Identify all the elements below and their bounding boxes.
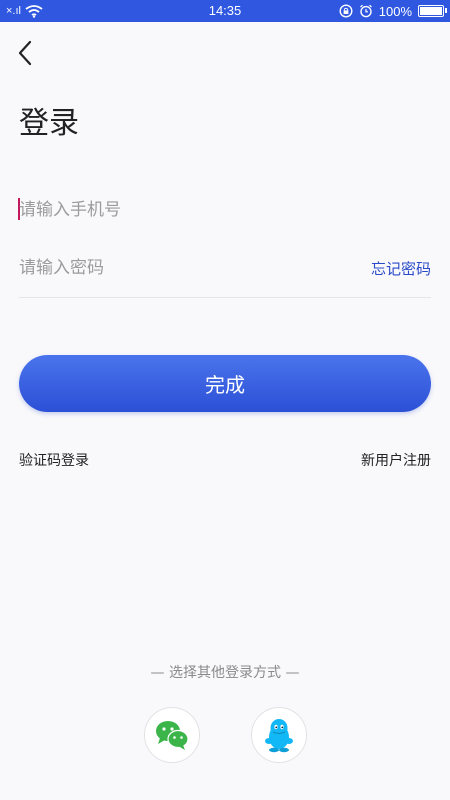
- page-title: 登录: [19, 106, 79, 141]
- chevron-left-icon: [18, 40, 32, 66]
- password-field[interactable]: 忘记密码: [19, 248, 431, 288]
- password-divider: [19, 297, 431, 298]
- wechat-login-button[interactable]: [144, 707, 200, 763]
- battery-percent: 100%: [378, 3, 412, 19]
- battery-fill: [420, 7, 442, 15]
- phone-input[interactable]: [19, 190, 319, 230]
- phone-field[interactable]: [18, 190, 431, 230]
- battery-icon: [418, 5, 447, 17]
- forgot-password-link[interactable]: 忘记密码: [371, 258, 431, 279]
- wechat-icon: [156, 721, 189, 750]
- register-link[interactable]: 新用户注册: [361, 450, 431, 470]
- alarm-icon: [359, 4, 372, 18]
- rotation-lock-icon: [339, 4, 353, 18]
- other-login-label: — 选择其他登录方式 —: [150, 665, 300, 681]
- sms-login-link[interactable]: 验证码登录: [19, 450, 89, 470]
- status-bar: ×.ıl 14:35 100%: [0, 0, 450, 22]
- qq-login-button[interactable]: [251, 707, 307, 763]
- qq-icon: [265, 719, 293, 753]
- back-button[interactable]: [14, 38, 40, 68]
- password-input[interactable]: [19, 248, 319, 288]
- submit-button[interactable]: 完成: [19, 355, 431, 412]
- status-right: 100%: [339, 3, 447, 19]
